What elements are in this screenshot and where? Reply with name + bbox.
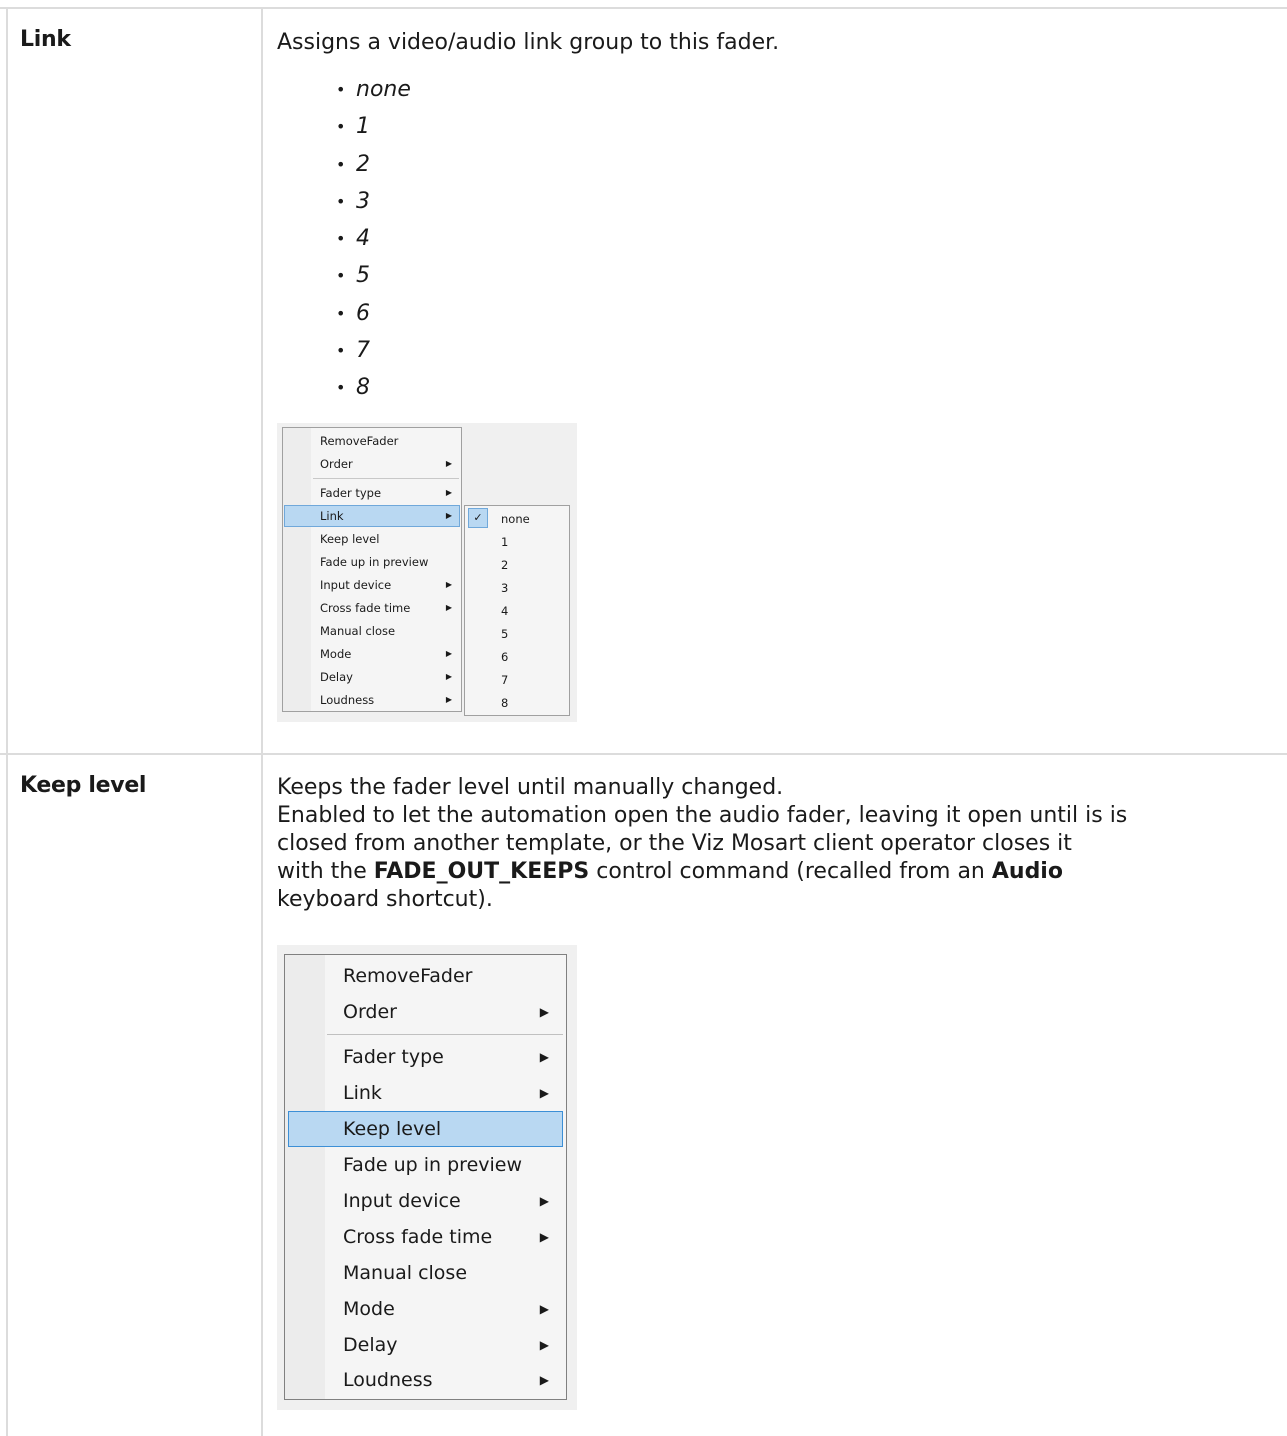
menu-item-order[interactable]: Order ▶ <box>284 453 460 475</box>
list-item: 7 <box>336 336 411 373</box>
context-menu-large: RemoveFader Order ▶ Fader type ▶ Link ▶ Kee… <box>284 954 567 1400</box>
submenu-item-2[interactable]: 2 <box>501 554 508 576</box>
description-line: Keeps the fader level until manually cha… <box>277 775 784 800</box>
description-line: closed from another template, or the Viz… <box>277 831 1072 856</box>
list-item: 8 <box>336 373 411 410</box>
menu-separator <box>313 478 459 479</box>
shortcut-category: Audio <box>991 859 1063 884</box>
submenu-item-1[interactable]: 1 <box>501 531 508 553</box>
submenu-item-8[interactable]: 8 <box>501 692 508 714</box>
link-options-list: none 1 2 3 4 5 6 7 8 <box>336 75 411 411</box>
link-submenu: ✓ none 1 2 3 4 5 6 7 8 <box>464 505 570 716</box>
chevron-right-icon: ▶ <box>539 1005 549 1019</box>
menu-item-remove-fader[interactable]: RemoveFader <box>284 430 460 452</box>
submenu-item-3[interactable]: 3 <box>501 577 508 599</box>
table-border-top <box>0 7 1287 9</box>
chevron-right-icon: ▶ <box>539 1302 549 1316</box>
menu-item-loudness[interactable]: Loudness ▶ <box>284 689 460 711</box>
command-name: FADE_OUT_KEEPS <box>373 859 590 884</box>
chevron-right-icon: ▶ <box>445 511 452 520</box>
chevron-right-icon: ▶ <box>445 649 452 658</box>
chevron-right-icon: ▶ <box>539 1086 549 1100</box>
submenu-item-6[interactable]: 6 <box>501 646 508 668</box>
submenu-item-none[interactable]: none <box>501 508 530 530</box>
table-border-left <box>6 7 8 1436</box>
chevron-right-icon: ▶ <box>445 672 452 681</box>
chevron-right-icon: ▶ <box>445 459 452 468</box>
table-column-divider <box>261 7 263 1436</box>
list-item: 1 <box>336 112 411 149</box>
row-label-keep-level: Keep level <box>20 773 147 798</box>
description-line: with the FADE_OUT_KEEPS control command … <box>277 859 1063 884</box>
chevron-right-icon: ▶ <box>445 580 452 589</box>
description-line: Enabled to let the automation open the a… <box>277 803 1128 828</box>
menu-item-mode[interactable]: Mode ▶ <box>284 643 460 665</box>
submenu-item-5[interactable]: 5 <box>501 623 508 645</box>
chevron-right-icon: ▶ <box>445 488 452 497</box>
menu-item-keep-level[interactable]: Keep level <box>288 1111 563 1147</box>
chevron-right-icon: ▶ <box>445 603 452 612</box>
menu-item-cross-fade-time[interactable]: Cross fade time ▶ <box>284 597 460 619</box>
list-item: 6 <box>336 299 411 336</box>
menu-separator <box>327 1034 563 1035</box>
list-item: 3 <box>336 187 411 224</box>
chevron-right-icon: ▶ <box>539 1373 549 1387</box>
menu-item-mode[interactable]: Mode ▶ <box>288 1291 563 1327</box>
chevron-right-icon: ▶ <box>539 1230 549 1244</box>
description-line: keyboard shortcut). <box>277 887 493 912</box>
menu-item-fade-up-in-preview[interactable]: Fade up in preview <box>284 551 460 573</box>
menu-item-keep-level[interactable]: Keep level <box>284 528 460 550</box>
menu-item-input-device[interactable]: Input device ▶ <box>288 1183 563 1219</box>
menu-item-manual-close[interactable]: Manual close <box>284 620 460 642</box>
menu-item-delay[interactable]: Delay ▶ <box>284 666 460 688</box>
menu-item-link[interactable]: Link ▶ <box>288 1075 563 1111</box>
menu-item-delay[interactable]: Delay ▶ <box>288 1327 563 1363</box>
menu-item-order[interactable]: Order ▶ <box>288 994 563 1030</box>
list-item: 5 <box>336 261 411 298</box>
menu-item-manual-close[interactable]: Manual close <box>288 1255 563 1291</box>
chevron-right-icon: ▶ <box>539 1194 549 1208</box>
checkmark-icon: ✓ <box>468 508 488 528</box>
chevron-right-icon: ▶ <box>539 1050 549 1064</box>
context-menu-small: RemoveFader Order ▶ Fader type ▶ Link ▶ Kee… <box>282 427 462 712</box>
row-description-link: Assigns a video/audio link group to this… <box>277 30 780 55</box>
menu-item-remove-fader[interactable]: RemoveFader <box>288 958 563 994</box>
chevron-right-icon: ▶ <box>539 1338 549 1352</box>
menu-item-fader-type[interactable]: Fader type ▶ <box>284 482 460 504</box>
menu-item-fade-up-in-preview[interactable]: Fade up in preview <box>288 1147 563 1183</box>
menu-item-cross-fade-time[interactable]: Cross fade time ▶ <box>288 1219 563 1255</box>
list-item: none <box>336 75 411 112</box>
menu-item-input-device[interactable]: Input device ▶ <box>284 574 460 596</box>
submenu-item-4[interactable]: 4 <box>501 600 508 622</box>
list-item: 4 <box>336 224 411 261</box>
menu-item-link[interactable]: Link ▶ <box>284 505 460 527</box>
submenu-item-7[interactable]: 7 <box>501 669 508 691</box>
row-description-keep-level: Keeps the fader level until manually cha… <box>277 774 1127 914</box>
table-row-divider <box>0 753 1287 755</box>
row-label-link: Link <box>20 27 71 52</box>
menu-item-fader-type[interactable]: Fader type ▶ <box>288 1039 563 1075</box>
chevron-right-icon: ▶ <box>445 695 452 704</box>
menu-item-loudness[interactable]: Loudness ▶ <box>288 1362 563 1398</box>
list-item: 2 <box>336 150 411 187</box>
